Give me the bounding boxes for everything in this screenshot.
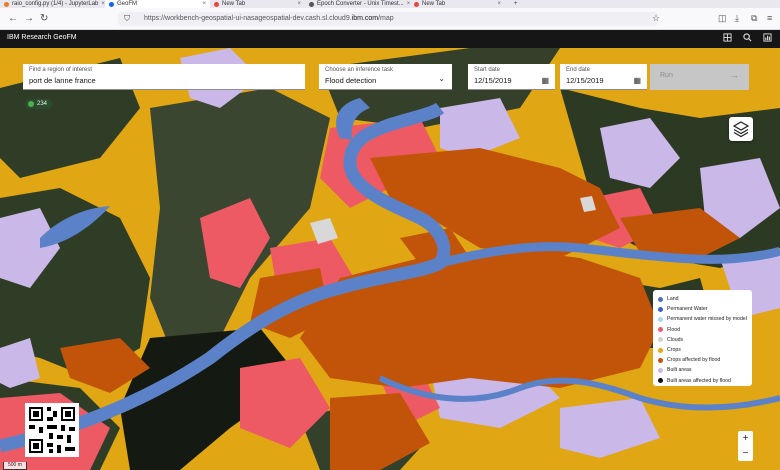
flood-map-layer (0, 48, 780, 470)
region-search-field[interactable]: Find a region of interest port de lanne … (23, 64, 305, 90)
qr-code-icon (29, 407, 75, 453)
task-select[interactable]: Choose an inference task Flood detection… (319, 64, 452, 90)
browser-tab[interactable]: New Tab × (210, 0, 305, 8)
search-icon[interactable] (743, 33, 752, 44)
end-date-input[interactable]: 12/15/2019 (566, 76, 641, 85)
start-date-input[interactable]: 12/15/2019 (474, 76, 549, 85)
region-label: Find a region of interest (29, 67, 93, 73)
legend-label: Crops affected by flood (667, 357, 721, 364)
legend-swatch-icon (658, 347, 663, 353)
zoom-in-button[interactable]: + (738, 431, 753, 446)
legend-label: Clouds (667, 336, 684, 343)
address-bar[interactable]: https://workbench-geospatial-ui-nasageos… (118, 12, 658, 26)
map-legend: Land Permanent Water Permanent water misse… (653, 290, 752, 386)
legend-swatch-icon (658, 337, 663, 343)
legend-item: Built areas affected by flood (658, 376, 747, 386)
legend-swatch-icon (658, 296, 663, 302)
grid-icon[interactable] (723, 33, 732, 44)
extensions-icon[interactable]: ⧉ (751, 13, 757, 24)
tab-label: raio_config.py (1/4) - JupyterLab (12, 1, 99, 7)
zoom-control: + − (738, 431, 753, 461)
run-button[interactable]: Run → (650, 64, 749, 90)
legend-label: Flood (667, 326, 680, 333)
url-prefix: https://workbench-geospatial-ui-nasageos… (144, 15, 352, 22)
legend-item: Land (658, 294, 747, 304)
status-dot-icon (28, 101, 34, 107)
badge-count: 234 (37, 101, 48, 107)
pocket-icon[interactable]: ◫ (718, 13, 727, 24)
end-date-field[interactable]: End date 12/15/2019 ▦ (560, 64, 647, 90)
chevron-down-icon: ⌄ (438, 74, 445, 83)
chart-icon[interactable] (763, 33, 772, 44)
url-domain: ibm.com (351, 15, 379, 22)
legend-item: Crops affected by flood (658, 355, 747, 365)
tab-label: New Tab (222, 1, 246, 7)
task-label: Choose an inference task (325, 67, 394, 73)
back-icon[interactable]: ← (8, 13, 18, 25)
qr-code (25, 403, 79, 457)
legend-item: Crops (658, 345, 747, 355)
task-value: Flood detection (325, 76, 377, 85)
url-suffix: /map (378, 15, 394, 22)
legend-item: Built areas (658, 365, 747, 375)
close-tab-icon[interactable]: × (497, 1, 501, 7)
new-tab-button[interactable]: + (510, 0, 524, 8)
calendar-icon[interactable]: ▦ (633, 76, 641, 85)
calendar-icon[interactable]: ▦ (541, 76, 549, 85)
app-header: IBM Research GeoFM (0, 30, 780, 48)
legend-label: Built areas (667, 367, 692, 374)
tab-label: New Tab (422, 1, 446, 7)
legend-label: Land (667, 296, 679, 303)
browser-tab[interactable]: raio_config.py (1/4) - JupyterLab × (0, 0, 105, 8)
tab-favicon-icon (414, 1, 419, 7)
bookmark-star-icon[interactable]: ☆ (652, 13, 660, 24)
legend-swatch-icon (658, 357, 663, 363)
layers-icon (732, 121, 750, 138)
tab-favicon-icon (309, 1, 314, 7)
arrow-right-icon: → (730, 70, 739, 80)
menu-icon[interactable]: ≡ (767, 13, 772, 23)
zoom-out-button[interactable]: − (738, 446, 753, 461)
tab-label: Epoch Converter - Unix Timest... (317, 1, 404, 7)
legend-item: Clouds (658, 335, 747, 345)
status-badge: 234 (25, 99, 53, 109)
region-input[interactable]: port de lanne france (29, 76, 299, 85)
browser-tab-strip: raio_config.py (1/4) - JupyterLab × GeoF… (0, 0, 780, 8)
browser-tab-active[interactable]: GeoFM × (105, 0, 210, 8)
legend-swatch-icon (658, 378, 663, 384)
browser-tab[interactable]: New Tab × (410, 0, 505, 8)
tab-favicon-icon (109, 1, 114, 7)
forward-icon[interactable]: → (24, 13, 34, 25)
legend-label: Permanent water missed by model (667, 316, 747, 323)
map-canvas[interactable]: Find a region of interest port de lanne … (0, 48, 780, 470)
download-icon[interactable]: ⤓ (735, 13, 739, 24)
shield-icon[interactable]: ⛉ (124, 13, 130, 25)
end-date-label: End date (566, 67, 591, 73)
close-tab-icon[interactable]: × (297, 1, 301, 7)
legend-item: Permanent water missed by model (658, 314, 747, 324)
legend-swatch-icon (658, 327, 663, 333)
start-date-label: Start date (474, 67, 501, 73)
tab-favicon-icon (214, 1, 219, 7)
browser-toolbar: ← → ↻ https://workbench-geospatial-ui-na… (0, 8, 780, 30)
legend-swatch-icon (658, 316, 663, 322)
layers-button[interactable] (729, 117, 753, 141)
close-tab-icon[interactable]: × (202, 1, 206, 7)
browser-tab[interactable]: Epoch Converter - Unix Timest... × (305, 0, 410, 8)
legend-swatch-icon (658, 306, 663, 312)
legend-label: Permanent Water (667, 306, 708, 313)
tab-favicon-icon (4, 1, 9, 7)
scale-bar: 500 m (3, 462, 27, 470)
start-date-field[interactable]: Start date 12/15/2019 ▦ (468, 64, 555, 90)
legend-label: Built areas affected by flood (667, 377, 731, 384)
legend-item: Flood (658, 325, 747, 335)
legend-item: Permanent Water (658, 304, 747, 314)
run-label: Run (660, 72, 673, 79)
legend-label: Crops (667, 347, 681, 354)
app-title: IBM Research GeoFM (7, 34, 77, 41)
tab-label: GeoFM (117, 1, 138, 7)
reload-icon[interactable]: ↻ (40, 13, 48, 25)
legend-swatch-icon (658, 367, 663, 373)
